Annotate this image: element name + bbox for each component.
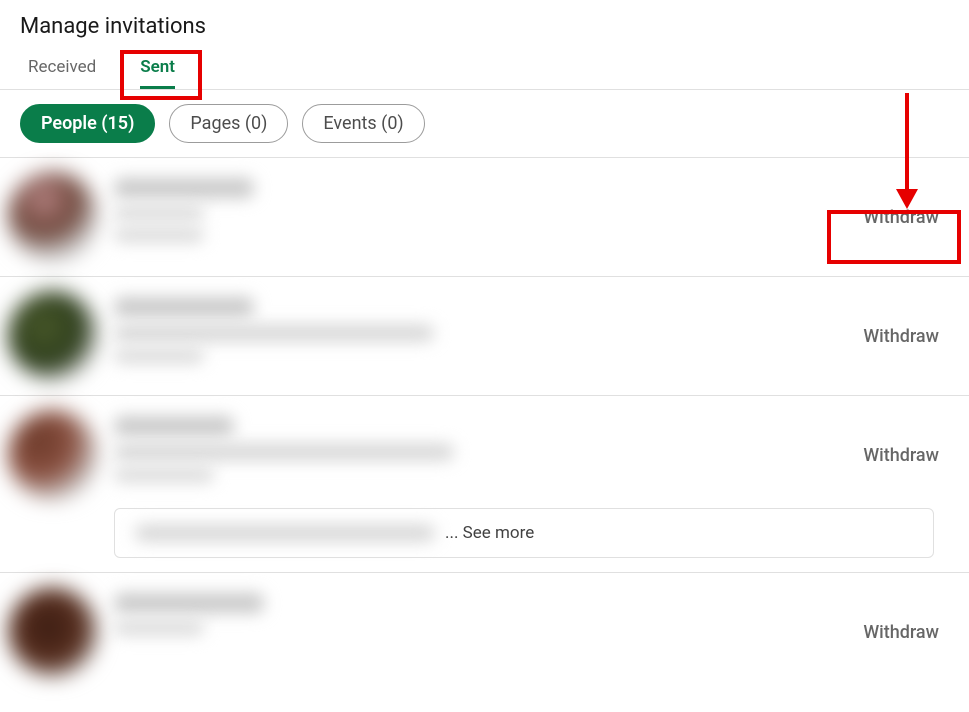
invite-info	[114, 291, 853, 371]
person-headline-redacted	[114, 444, 454, 460]
invite-item: Withdraw	[0, 158, 969, 277]
message-preview[interactable]: ... See more	[114, 508, 934, 558]
withdraw-button[interactable]: Withdraw	[853, 439, 949, 472]
invite-item: Withdraw	[0, 573, 969, 691]
person-name-redacted	[114, 178, 254, 198]
person-meta-redacted	[114, 228, 204, 242]
person-headline-redacted	[114, 621, 204, 635]
person-meta-redacted	[114, 468, 214, 482]
avatar[interactable]	[8, 587, 98, 677]
withdraw-button[interactable]: Withdraw	[853, 320, 949, 353]
tab-received[interactable]: Received	[20, 47, 104, 89]
invite-info	[114, 172, 853, 250]
tab-sent[interactable]: Sent	[132, 47, 183, 89]
withdraw-button[interactable]: Withdraw	[853, 201, 949, 234]
page-title: Manage invitations	[20, 14, 949, 39]
invite-info	[114, 410, 853, 490]
person-name-redacted	[114, 297, 254, 317]
person-name-redacted	[114, 416, 234, 436]
filter-events[interactable]: Events (0)	[302, 104, 424, 143]
filter-row: People (15) Pages (0) Events (0)	[0, 90, 969, 158]
message-text-redacted	[135, 525, 435, 541]
person-headline-redacted	[114, 206, 204, 220]
avatar[interactable]	[8, 410, 98, 500]
person-name-redacted	[114, 593, 264, 613]
filter-people[interactable]: People (15)	[20, 104, 155, 143]
avatar[interactable]	[8, 172, 98, 262]
invite-item: Withdraw ... See more	[0, 396, 969, 573]
see-more-link[interactable]: ... See more	[445, 523, 534, 543]
filter-pages[interactable]: Pages (0)	[169, 104, 288, 143]
withdraw-button[interactable]: Withdraw	[853, 616, 949, 649]
invite-info	[114, 587, 853, 643]
invite-item: Withdraw	[0, 277, 969, 396]
person-meta-redacted	[114, 349, 204, 363]
person-headline-redacted	[114, 325, 434, 341]
avatar[interactable]	[8, 291, 98, 381]
invite-list: Withdraw Withdraw Withdraw ... See more	[0, 158, 969, 691]
tabs: Received Sent	[0, 47, 969, 90]
